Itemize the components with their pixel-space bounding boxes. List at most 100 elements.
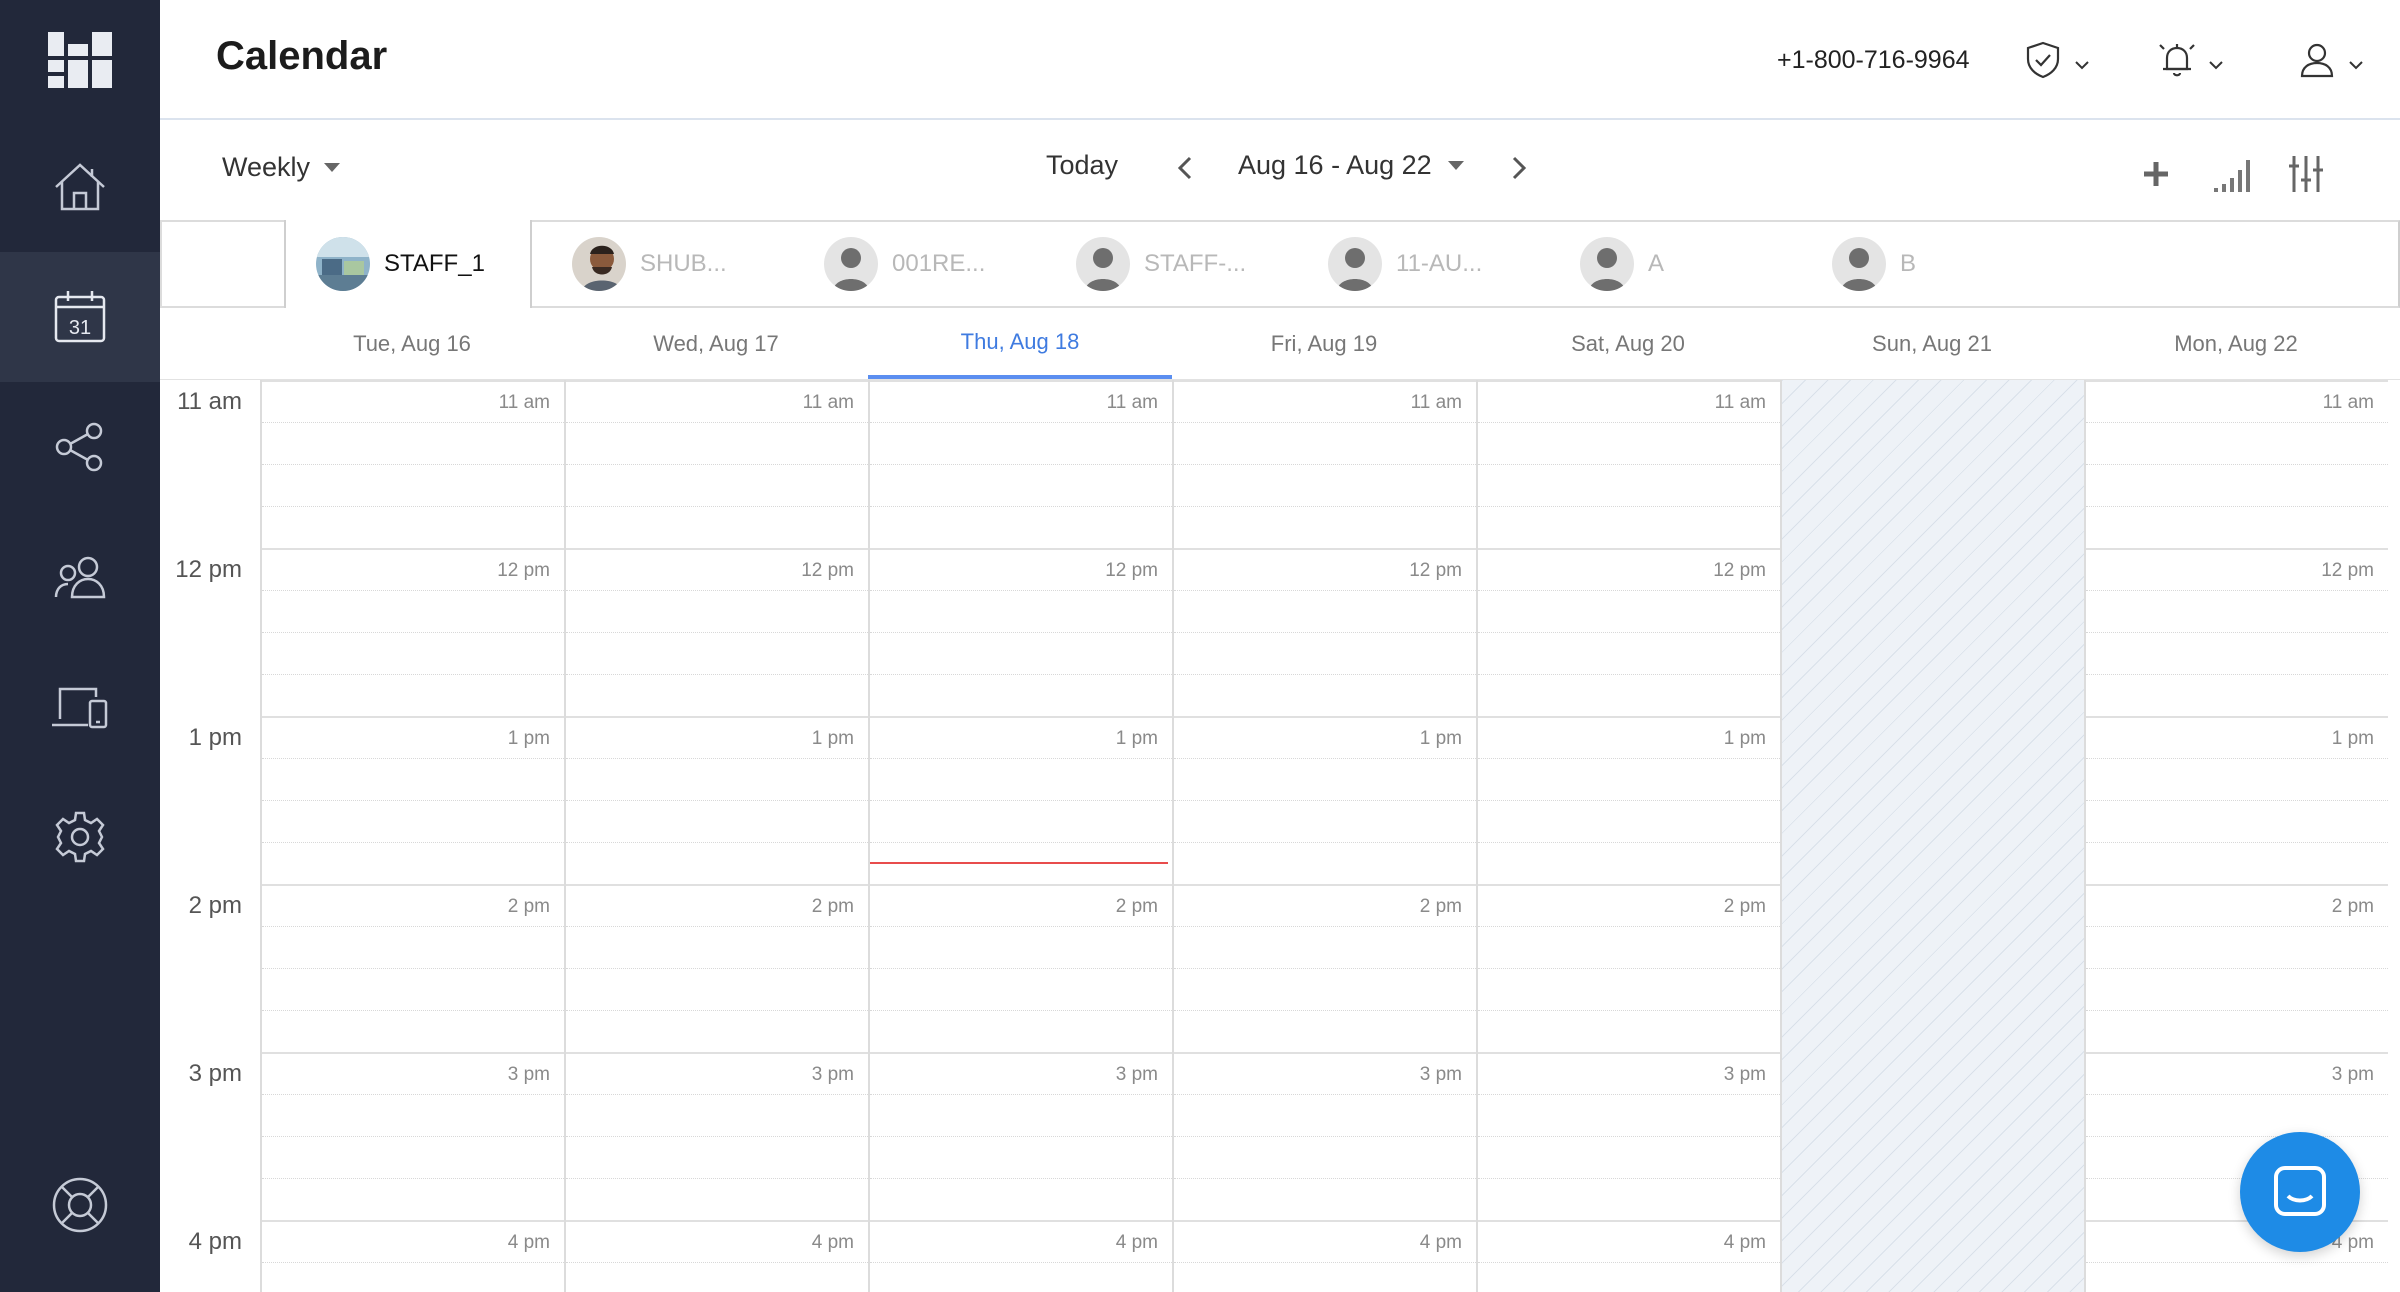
slot-time-label: 11 am	[1714, 392, 1766, 413]
day-column[interactable]: 11 am 12 pm 1 pm 2 pm 3 pm 4 pm	[260, 380, 564, 1292]
hour-line	[1478, 1052, 1780, 1054]
day-header[interactable]: Fri, Aug 19	[1172, 308, 1476, 380]
quarter-hour-line	[1478, 1094, 1780, 1095]
slot-time-label: 2 pm	[2331, 896, 2374, 917]
add-icon[interactable]	[2134, 152, 2178, 196]
day-column[interactable]: 11 am 12 pm 1 pm 2 pm 3 pm 4 pm	[868, 380, 1172, 1292]
home-icon	[55, 163, 105, 211]
quarter-hour-line	[870, 1094, 1172, 1095]
hour-line	[1478, 548, 1780, 550]
staff-tab-5[interactable]: 11-AU...	[1328, 220, 1558, 308]
hour-line	[566, 548, 868, 550]
staff-tab-2[interactable]: SHUB...	[572, 220, 802, 308]
sidebar-item-help[interactable]	[0, 1140, 160, 1270]
day-column[interactable]: 11 am 12 pm 1 pm 2 pm 3 pm 4 pm	[564, 380, 868, 1292]
day-column-off	[1780, 380, 2084, 1292]
quarter-hour-line	[2086, 422, 2388, 423]
user-menu[interactable]	[2296, 36, 2364, 84]
quarter-hour-line	[566, 842, 868, 843]
quarter-hour-line	[2086, 506, 2388, 507]
avatar	[1328, 237, 1382, 291]
quarter-hour-line	[566, 1094, 868, 1095]
day-header[interactable]: Tue, Aug 16	[260, 308, 564, 380]
quarter-hour-line	[1174, 842, 1476, 843]
hour-line	[2086, 716, 2388, 718]
staff-name: 001RE...	[892, 250, 986, 277]
staff-tab-6[interactable]: A	[1580, 220, 1780, 308]
quarter-hour-line	[2086, 632, 2388, 633]
page-title: Calendar	[216, 34, 388, 78]
quarter-hour-line	[1478, 506, 1780, 507]
hour-line	[1478, 1220, 1780, 1222]
quarter-hour-line	[262, 926, 564, 927]
day-column[interactable]: 11 am 12 pm 1 pm 2 pm 3 pm 4 pm	[1172, 380, 1476, 1292]
signal-icon[interactable]	[2210, 152, 2254, 196]
slot-time-label: 1 pm	[1723, 728, 1766, 749]
quarter-hour-line	[262, 800, 564, 801]
slot-time-label: 4 pm	[507, 1232, 550, 1253]
staff-tab-4[interactable]: STAFF-...	[1076, 220, 1306, 308]
quarter-hour-line	[566, 506, 868, 507]
quarter-hour-line	[870, 506, 1172, 507]
avatar	[1076, 237, 1130, 291]
quarter-hour-line	[1174, 1262, 1476, 1263]
avatar	[572, 237, 626, 291]
security-menu[interactable]	[2022, 36, 2090, 84]
chat-widget-button[interactable]	[2240, 1132, 2360, 1252]
quarter-hour-line	[1478, 590, 1780, 591]
hour-line	[566, 716, 868, 718]
staff-tab-7[interactable]: B	[1832, 220, 2032, 308]
date-range-label: Aug 16 - Aug 22	[1238, 150, 1432, 180]
time-label: 12 pm	[175, 556, 242, 583]
sidebar-item-settings[interactable]	[0, 772, 160, 902]
hour-line	[2086, 884, 2388, 886]
quarter-hour-line	[2086, 842, 2388, 843]
quarter-hour-line	[566, 926, 868, 927]
quarter-hour-line	[566, 1010, 868, 1011]
day-header[interactable]: Sun, Aug 21	[1780, 308, 2084, 380]
next-week-button[interactable]	[1504, 150, 1532, 186]
hour-line	[262, 380, 564, 382]
slot-time-label: 12 pm	[2321, 560, 2374, 581]
sidebar-item-devices[interactable]	[0, 642, 160, 772]
day-column[interactable]: 11 am 12 pm 1 pm 2 pm 3 pm 4 pm	[1476, 380, 1780, 1292]
notifications-menu[interactable]	[2156, 36, 2224, 84]
view-mode-select[interactable]: Weekly	[222, 152, 341, 183]
view-mode-label: Weekly	[222, 152, 311, 182]
quarter-hour-line	[870, 590, 1172, 591]
hour-line	[870, 884, 1172, 886]
sidebar-item-home[interactable]	[0, 122, 160, 252]
day-header-today[interactable]: Thu, Aug 18	[868, 308, 1172, 380]
quarter-hour-line	[1478, 464, 1780, 465]
day-header[interactable]: Wed, Aug 17	[564, 308, 868, 380]
dashboard-logo-icon[interactable]	[48, 32, 112, 88]
date-range-select[interactable]: Aug 16 - Aug 22	[1238, 150, 1464, 181]
quarter-hour-line	[1478, 1010, 1780, 1011]
quarter-hour-line	[566, 674, 868, 675]
slot-time-label: 1 pm	[2331, 728, 2374, 749]
slot-time-label: 3 pm	[1723, 1064, 1766, 1085]
slot-time-label: 11 am	[1106, 392, 1158, 413]
support-phone[interactable]: +1-800-716-9964	[1777, 46, 1970, 75]
prev-week-button[interactable]	[1172, 150, 1200, 186]
day-header[interactable]: Sat, Aug 20	[1476, 308, 1780, 380]
bell-icon	[2159, 44, 2195, 77]
quarter-hour-line	[566, 968, 868, 969]
chat-icon	[2274, 1166, 2326, 1216]
hour-line	[870, 1052, 1172, 1054]
staff-tab-3[interactable]: 001RE...	[824, 220, 1054, 308]
today-button[interactable]: Today	[1046, 150, 1118, 181]
day-header[interactable]: Mon, Aug 22	[2084, 308, 2388, 380]
slot-time-label: 3 pm	[2331, 1064, 2374, 1085]
calendar-icon: 31	[54, 291, 106, 343]
sidebar-item-calendar[interactable]: 31	[0, 252, 160, 382]
filter-icon[interactable]	[2284, 152, 2328, 196]
slot-time-label: 2 pm	[1419, 896, 1462, 917]
hour-line	[262, 1052, 564, 1054]
staff-tab-1[interactable]: STAFF_1	[284, 220, 532, 308]
avatar	[1580, 237, 1634, 291]
quarter-hour-line	[566, 1262, 868, 1263]
sidebar-item-users[interactable]	[0, 512, 160, 642]
sidebar-item-share[interactable]	[0, 382, 160, 512]
slot-time-label: 2 pm	[507, 896, 550, 917]
